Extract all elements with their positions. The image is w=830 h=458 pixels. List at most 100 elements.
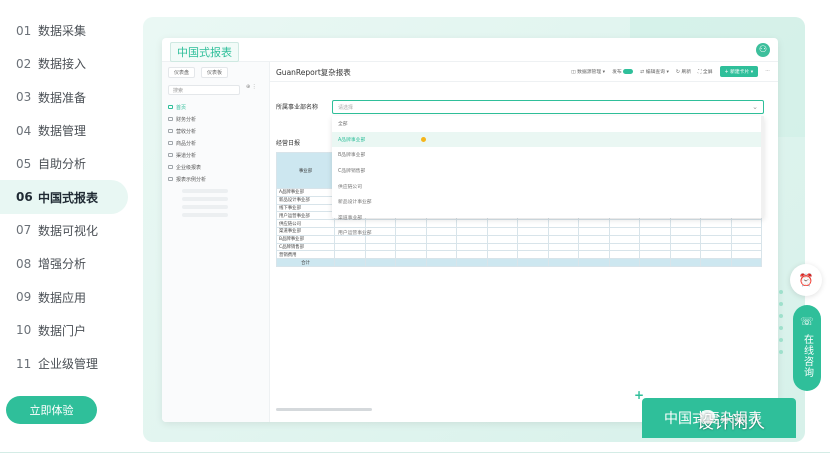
table-cell bbox=[364, 258, 396, 267]
menu-item-data-collection[interactable]: 01 数据采集 bbox=[0, 14, 140, 47]
datasource-button[interactable]: ◫ 数据源管理 ▾ bbox=[571, 68, 605, 75]
dropdown-option[interactable]: 用户运营事业部 bbox=[332, 225, 764, 241]
table-cell bbox=[669, 250, 701, 260]
tree-item[interactable]: 财务分析 bbox=[168, 113, 263, 125]
tree-item[interactable]: 首页 bbox=[168, 101, 263, 113]
publish-toggle[interactable] bbox=[623, 69, 634, 74]
side-tabs: 仪表盘 仪表板 bbox=[162, 62, 269, 83]
folder-icon bbox=[168, 105, 173, 109]
side-search-actions[interactable]: ⊕ ⋮ bbox=[246, 84, 257, 90]
division-select[interactable]: 请选择 ⌄ bbox=[332, 100, 764, 114]
table-row-label: 线下事业部 bbox=[276, 203, 335, 213]
tab-dashboard[interactable]: 仪表盘 bbox=[168, 67, 196, 78]
tree-item-label: 渠道分析 bbox=[176, 152, 197, 159]
scroll-dots bbox=[779, 290, 783, 362]
menu-item-self-analysis[interactable]: 05 自助分析 bbox=[0, 147, 140, 180]
dropdown-scrollbar[interactable] bbox=[761, 116, 764, 218]
alarm-clock-icon[interactable]: ⏰ bbox=[790, 264, 822, 296]
menu-item-label: 数据门户 bbox=[38, 323, 87, 338]
menu-item-label: 中国式报表 bbox=[38, 190, 99, 205]
menu-item-visualization[interactable]: 07 数据可视化 bbox=[0, 214, 140, 247]
dropdown-option[interactable]: 渠道事业部 bbox=[332, 210, 764, 226]
filter-label: 所属事业部名称 bbox=[276, 104, 319, 111]
table-cell bbox=[395, 242, 427, 252]
menu-item-label: 增强分析 bbox=[38, 257, 87, 272]
placeholder-line bbox=[182, 213, 228, 217]
menu-item-data-management[interactable]: 04 数据管理 bbox=[0, 114, 140, 147]
side-search-input[interactable]: 搜索 bbox=[168, 85, 240, 95]
table-cell bbox=[395, 250, 427, 260]
tree-item-label: 报表示例分析 bbox=[176, 176, 207, 183]
tree-item-label: 营收分析 bbox=[176, 128, 197, 135]
feature-menu: 01 数据采集 02 数据接入 03 数据准备 04 数据管理 05 自助分析 06 中国式… bbox=[0, 14, 140, 380]
table-cell bbox=[639, 242, 671, 252]
menu-item-label: 数据接入 bbox=[38, 57, 87, 72]
table-cell bbox=[486, 242, 518, 252]
dropdown-option[interactable]: 供应链公司 bbox=[332, 178, 764, 194]
more-menu-icon[interactable]: ⋯ bbox=[765, 69, 770, 74]
table-cell bbox=[730, 242, 762, 252]
table-cell bbox=[517, 250, 549, 260]
table-cell bbox=[486, 250, 518, 260]
table-row-label: C品牌销售部 bbox=[276, 242, 335, 252]
edit-query-button[interactable]: ⇄ 编辑查询 ▾ bbox=[640, 68, 669, 75]
tree-item[interactable]: 企业级报表 bbox=[168, 161, 263, 173]
menu-item-number: 07 bbox=[16, 223, 32, 238]
menu-item-data-application[interactable]: 09 数据应用 bbox=[0, 280, 140, 313]
menu-item-data-access[interactable]: 02 数据接入 bbox=[0, 47, 140, 80]
tree-item[interactable]: 商品分析 bbox=[168, 137, 263, 149]
report-title: GuanReport复杂报表 bbox=[276, 68, 351, 77]
menu-item-number: 05 bbox=[16, 156, 32, 171]
menu-item-label: 企业级管理 bbox=[38, 357, 99, 372]
table-header-cell: 事业部 bbox=[276, 152, 335, 189]
table-cell bbox=[425, 242, 457, 252]
horizontal-scrollbar[interactable] bbox=[276, 408, 372, 411]
tree-item-label: 商品分析 bbox=[176, 140, 197, 147]
menu-item-chinese-report[interactable]: 06 中国式报表 bbox=[0, 180, 128, 214]
folder-icon bbox=[168, 117, 173, 121]
table-cell bbox=[486, 258, 518, 267]
placeholder-line bbox=[182, 197, 228, 201]
dropdown-option[interactable]: A品牌事业部 bbox=[332, 131, 764, 148]
page: 01 数据采集 02 数据接入 03 数据准备 04 数据管理 05 自助分析 06 中国式… bbox=[0, 0, 830, 458]
user-avatar-icon[interactable]: ⚇ bbox=[756, 43, 770, 57]
table-cell bbox=[425, 250, 457, 260]
table-cell bbox=[730, 250, 762, 260]
menu-item-enterprise-management[interactable]: 11 企业级管理 bbox=[0, 347, 140, 380]
folder-icon bbox=[168, 177, 173, 181]
menu-item-label: 数据准备 bbox=[38, 90, 87, 105]
menu-item-label: 数据应用 bbox=[38, 290, 87, 305]
menu-item-augmented-analysis[interactable]: 08 增强分析 bbox=[0, 247, 140, 280]
menu-item-number: 01 bbox=[16, 23, 32, 38]
menu-item-data-portal[interactable]: 10 数据门户 bbox=[0, 314, 140, 347]
table-cell bbox=[364, 250, 396, 260]
table-total-label: 合计 bbox=[276, 258, 335, 267]
try-now-button[interactable]: 立即体验 bbox=[6, 396, 97, 424]
table-cell bbox=[700, 250, 732, 260]
menu-item-number: 04 bbox=[16, 123, 32, 138]
publish-toggle-group[interactable]: 发布 bbox=[612, 68, 634, 75]
menu-item-number: 06 bbox=[16, 190, 33, 205]
phone-icon: ☏ bbox=[800, 315, 814, 328]
menu-item-number: 10 bbox=[16, 323, 32, 338]
refresh-button[interactable]: ↻ 刷新 bbox=[676, 68, 691, 75]
tab-board[interactable]: 仪表板 bbox=[201, 67, 229, 78]
tree-item[interactable]: 营收分析 bbox=[168, 125, 263, 137]
dropdown-option[interactable]: 全部 bbox=[332, 116, 764, 132]
fullscreen-button[interactable]: ⛶ 全屏 bbox=[698, 68, 712, 75]
dropdown-option[interactable]: C品牌销售部 bbox=[332, 163, 764, 179]
new-card-button[interactable]: + 新建卡片 ▾ bbox=[719, 66, 759, 77]
cursor-indicator bbox=[421, 136, 427, 142]
table-cell bbox=[669, 258, 701, 267]
online-consult-button[interactable]: ☏ 在线咨询 bbox=[793, 305, 821, 391]
menu-item-data-prep[interactable]: 03 数据准备 bbox=[0, 81, 140, 114]
table-cell bbox=[425, 258, 457, 267]
table-row: 营销费用 bbox=[276, 250, 762, 260]
tree-item[interactable]: 渠道分析 bbox=[168, 149, 263, 161]
menu-item-label: 数据管理 bbox=[38, 124, 87, 139]
tree-item[interactable]: 报表示例分析 bbox=[168, 173, 263, 185]
dropdown-option[interactable]: B品牌事业部 bbox=[332, 147, 764, 163]
table-cell bbox=[547, 242, 579, 252]
dropdown-option[interactable]: 新品设计事业部 bbox=[332, 194, 764, 210]
folder-icon bbox=[168, 141, 173, 145]
